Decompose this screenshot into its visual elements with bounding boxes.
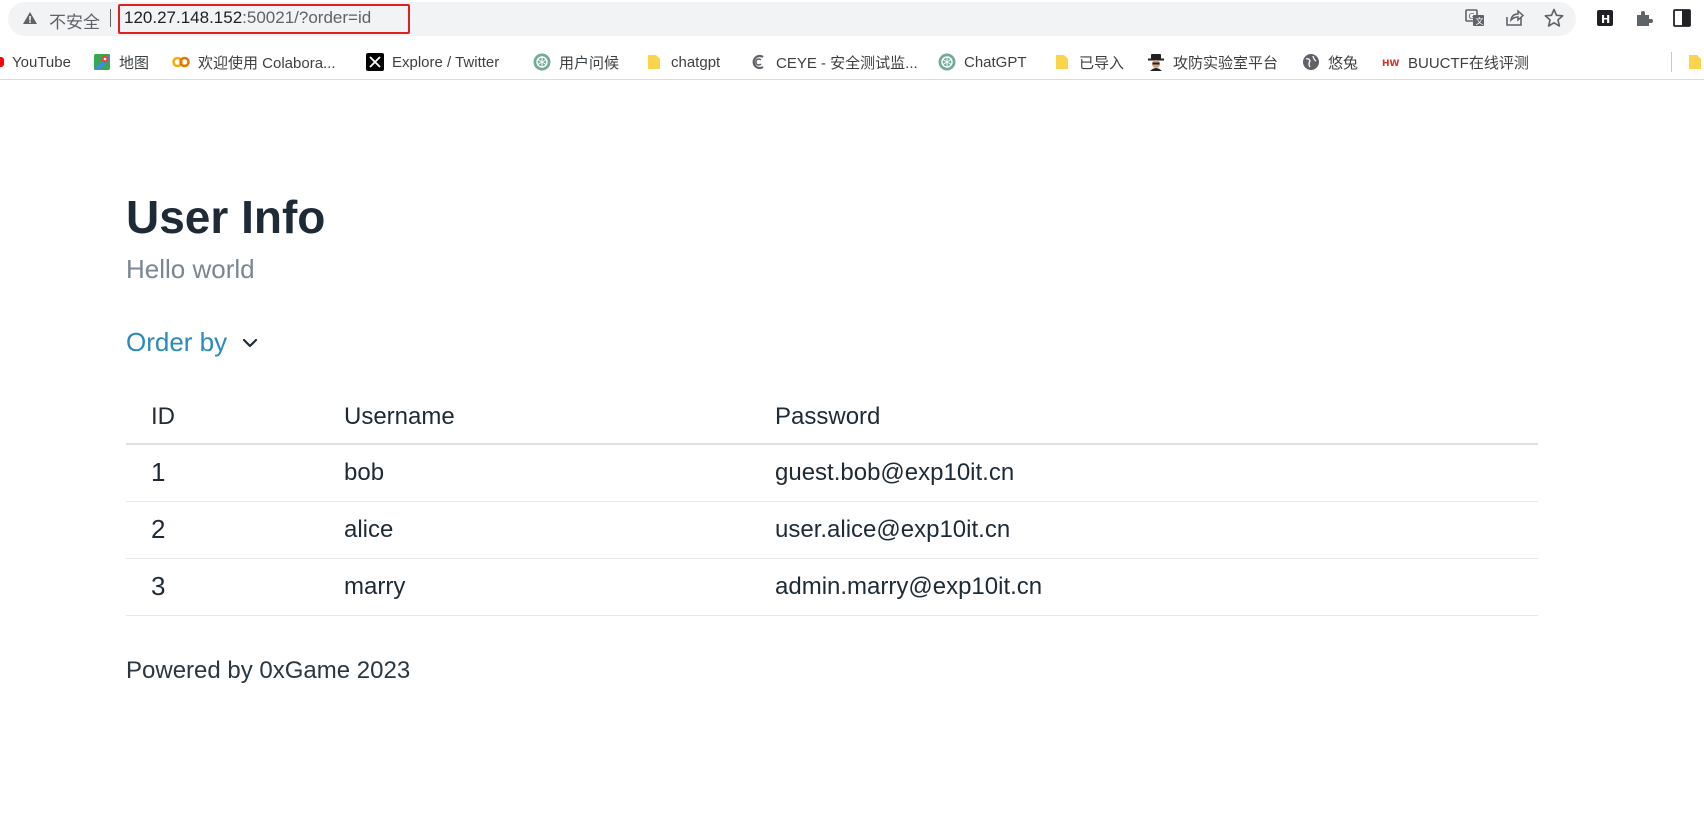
svg-text:HW: HW	[1382, 59, 1400, 69]
svg-text:文: 文	[1476, 16, 1484, 26]
bookmark-label: ChatGPT	[964, 53, 1027, 71]
bookmark-label: chatgpt	[671, 53, 721, 71]
bookmark-label: 用户问候	[559, 54, 620, 72]
page-title: User Info	[126, 191, 326, 243]
cell-username: bob	[344, 444, 775, 502]
bookmark-ceye[interactable]: CEYE - 安全测试监...	[750, 50, 918, 74]
divider	[110, 9, 111, 27]
bookmark-maps[interactable]: 地图	[93, 50, 149, 74]
column-header-password: Password	[775, 390, 1538, 445]
url-text[interactable]: 120.27.148.152:50021/?order=id	[124, 8, 371, 28]
user-table: ID Username Password 1 bob guest.bob@exp…	[126, 390, 1538, 616]
openai-icon	[533, 53, 551, 71]
colab-icon	[172, 56, 190, 68]
bookmark-label: BUUCTF在线评测	[1408, 54, 1529, 72]
page-footer: Powered by 0xGame 2023	[126, 657, 411, 684]
folder-icon	[1689, 55, 1701, 69]
warning-icon[interactable]	[22, 10, 38, 26]
extensions-puzzle-icon[interactable]	[1633, 7, 1655, 29]
ceye-icon	[752, 54, 764, 70]
table-row: 2 alice user.alice@exp10it.cn	[126, 501, 1538, 559]
bookmark-label: 悠兔	[1328, 54, 1359, 72]
bookmarks-divider	[1671, 52, 1672, 72]
chevron-down-icon	[243, 338, 258, 347]
bookmark-label: YouTube	[12, 53, 71, 71]
cell-id: 3	[126, 558, 344, 616]
bookmark-label: 已导入	[1079, 54, 1125, 72]
buuctf-icon: HW	[1382, 59, 1400, 69]
url-path: :50021/?order=id	[242, 8, 372, 27]
cell-password: guest.bob@exp10it.cn	[775, 444, 1538, 502]
bookmark-folder-other[interactable]	[1686, 50, 1704, 74]
svg-text:H: H	[1601, 13, 1610, 26]
x-twitter-icon	[366, 53, 384, 71]
url-host: 120.27.148.152	[124, 8, 243, 27]
table-row: 1 bob guest.bob@exp10it.cn	[126, 444, 1538, 502]
bookmark-label: 攻防实验室平台	[1173, 54, 1279, 72]
globe-icon	[1303, 54, 1319, 70]
cell-password: admin.marry@exp10it.cn	[775, 558, 1538, 616]
h-extension-icon[interactable]: H	[1594, 7, 1616, 29]
bookmark-attack-defense-lab[interactable]: 攻防实验室平台	[1147, 50, 1278, 74]
share-icon[interactable]	[1503, 7, 1525, 29]
bookmark-label: 欢迎使用 Colabora...	[198, 54, 336, 72]
bookmark-buuctf[interactable]: HW BUUCTF在线评测	[1382, 50, 1529, 74]
openai-icon	[938, 53, 956, 71]
bookmark-chatgpt[interactable]: ChatGPT	[938, 50, 1027, 74]
bookmark-twitter[interactable]: Explore / Twitter	[366, 50, 499, 74]
cell-id: 1	[126, 444, 344, 502]
column-header-id: ID	[126, 390, 344, 445]
side-panel-icon[interactable]	[1671, 7, 1693, 29]
column-header-username: Username	[344, 390, 775, 445]
bookmark-label: 地图	[119, 54, 150, 72]
page-subtitle: Hello world	[126, 254, 255, 284]
bookmark-user-greeting[interactable]: 用户问候	[533, 50, 619, 74]
cell-password: user.alice@exp10it.cn	[775, 501, 1538, 559]
bookmark-youtube[interactable]: YouTube	[0, 50, 71, 74]
bookmarks-bar: YouTube 地图 欢迎使用 Colabora... Explore / Tw…	[0, 44, 1704, 80]
order-by-dropdown[interactable]: Order by	[126, 327, 259, 358]
table-header-row: ID Username Password	[126, 390, 1538, 445]
hacker-icon	[1148, 54, 1164, 71]
order-by-label: Order by	[126, 327, 228, 357]
bookmark-label: Explore / Twitter	[392, 53, 500, 71]
cell-username: marry	[344, 558, 775, 616]
maps-icon	[94, 54, 110, 70]
bookmark-folder-chatgpt[interactable]: chatgpt	[645, 50, 720, 74]
translate-icon[interactable]: G 文	[1464, 7, 1486, 29]
bookmark-folder-imported[interactable]: 已导入	[1053, 50, 1124, 74]
youtube-icon	[0, 57, 4, 67]
bookmark-label: CEYE - 安全测试监...	[776, 54, 918, 72]
bookmark-colab[interactable]: 欢迎使用 Colabora...	[172, 50, 336, 74]
folder-icon	[648, 55, 660, 69]
table-row: 3 marry admin.marry@exp10it.cn	[126, 558, 1538, 616]
folder-icon	[1056, 55, 1068, 69]
star-bookmark-icon[interactable]	[1543, 7, 1565, 29]
cell-username: alice	[344, 501, 775, 559]
security-label[interactable]: 不安全	[49, 8, 100, 33]
bookmark-youtu[interactable]: 悠兔	[1302, 50, 1358, 74]
cell-id: 2	[126, 501, 344, 559]
browser-toolbar: 不安全 120.27.148.152:50021/?order=id G 文 H	[0, 0, 1704, 38]
